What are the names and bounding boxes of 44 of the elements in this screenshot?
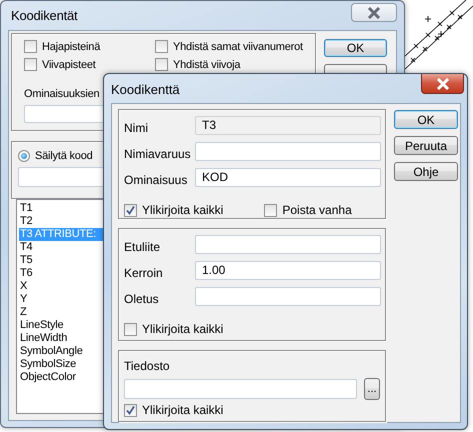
- text-field[interactable]: KOD: [195, 168, 381, 187]
- text-field[interactable]: [195, 287, 381, 306]
- checkbox[interactable]: [124, 322, 137, 336]
- checkbox[interactable]: [264, 204, 278, 216]
- text-field[interactable]: [195, 235, 381, 254]
- text-field[interactable]: 1.00: [195, 261, 381, 280]
- checkbox-label[interactable]: Viivapisteet: [42, 58, 96, 70]
- checkbox-label[interactable]: Yhdistä viivoja: [173, 58, 240, 70]
- checkbox-label[interactable]: Poista vanha: [282, 203, 352, 217]
- checkbox[interactable]: [124, 404, 137, 416]
- checkbox[interactable]: [155, 40, 168, 53]
- field-label: Ominaisuus: [124, 173, 188, 187]
- checkbox-label[interactable]: Ylikirjoita kaikki: [142, 322, 224, 336]
- field-label: Oletus: [124, 292, 160, 306]
- checkbox-label[interactable]: Ylikirjoita kaikki: [142, 403, 224, 417]
- window-title: Koodikenttä: [111, 82, 180, 97]
- window-title: Koodikentät: [11, 8, 78, 23]
- checkbox-label[interactable]: Yhdistä samat viivanumerot: [173, 40, 303, 52]
- field-label: Tiedosto: [124, 359, 171, 373]
- dialog-button[interactable]: Peruuta: [394, 136, 458, 155]
- checkbox[interactable]: [155, 58, 168, 71]
- close-button[interactable]: [421, 74, 464, 94]
- radio-label[interactable]: Säilytä kood: [35, 150, 93, 162]
- field-label: Ominaisuuksien: [24, 88, 100, 100]
- dialog-button[interactable]: OK: [324, 39, 387, 57]
- close-button[interactable]: [351, 3, 397, 22]
- checkbox[interactable]: [24, 40, 37, 53]
- checkbox[interactable]: [124, 204, 137, 216]
- checkbox-label[interactable]: Ylikirjoita kaikki: [142, 203, 224, 217]
- field-label: Etuliite: [124, 240, 162, 254]
- cad-line-drawing: [404, 0, 473, 70]
- checkbox-label[interactable]: Hajapisteinä: [42, 40, 100, 52]
- radio-button[interactable]: [18, 150, 30, 162]
- field-label: Nimi: [124, 121, 149, 135]
- field-label: Kerroin: [124, 266, 164, 280]
- file-path-field[interactable]: [124, 379, 357, 399]
- dialog-button[interactable]: Ohje: [394, 162, 458, 181]
- close-icon: [436, 78, 450, 90]
- browse-button[interactable]: ...: [364, 378, 380, 400]
- close-icon: [367, 6, 381, 18]
- text-field[interactable]: [195, 142, 381, 161]
- checkbox[interactable]: [24, 58, 37, 71]
- dialog-button[interactable]: OK: [394, 110, 458, 129]
- field-label: Nimiavaruus: [124, 147, 192, 161]
